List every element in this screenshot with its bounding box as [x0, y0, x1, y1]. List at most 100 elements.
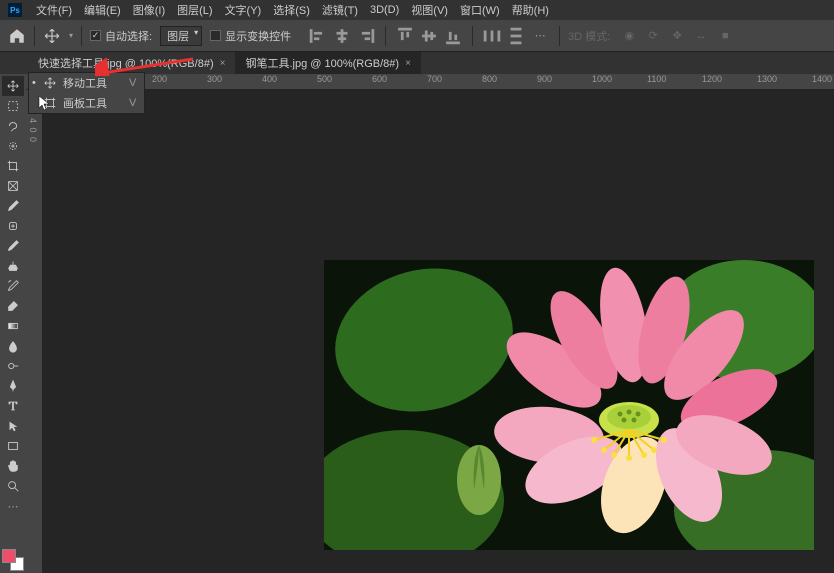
align-left-icon[interactable]	[307, 25, 329, 47]
ruler-tick: 800	[482, 74, 497, 84]
separator	[472, 26, 473, 46]
edit-toolbar[interactable]: ⋯	[2, 496, 24, 516]
pen-tool[interactable]	[2, 376, 24, 396]
tab-label: 钢笔工具.jpg @ 100%(RGB/8#)	[245, 55, 399, 71]
annotation-arrow	[95, 56, 195, 76]
menubar: Ps 文件(F) 编辑(E) 图像(I) 图层(L) 文字(Y) 选择(S) 滤…	[0, 0, 834, 20]
align-center-h-icon[interactable]	[331, 25, 353, 47]
ruler-label: 4 0 0	[28, 118, 38, 143]
zoom-tool[interactable]	[2, 476, 24, 496]
clone-stamp-tool[interactable]	[2, 256, 24, 276]
flyout-item-shortcut: V	[129, 77, 136, 89]
app-logo: Ps	[8, 3, 22, 17]
ruler-tick: 600	[372, 74, 387, 84]
more-options-icon[interactable]: ⋯	[529, 25, 551, 47]
frame-tool[interactable]	[2, 176, 24, 196]
menu-view[interactable]: 视图(V)	[405, 0, 454, 20]
foreground-color[interactable]	[2, 549, 16, 563]
distribute-h-icon[interactable]	[481, 25, 503, 47]
document-tab[interactable]: 钢笔工具.jpg @ 100%(RGB/8#) ×	[235, 52, 420, 74]
ruler-tick: 1300	[757, 74, 777, 84]
show-transform-label: 显示变换控件	[225, 28, 291, 44]
canvas-area: 0 100 200 300 400 500 600 700 800 900 10…	[26, 74, 834, 573]
show-transform-checkbox[interactable]	[210, 30, 221, 41]
blur-tool[interactable]	[2, 336, 24, 356]
mode-3d-slide-icon: ↔	[690, 25, 712, 47]
ruler-tick: 900	[537, 74, 552, 84]
ruler-horizontal[interactable]: 0 100 200 300 400 500 600 700 800 900 10…	[26, 74, 834, 90]
flyout-item-label: 画板工具	[63, 95, 107, 111]
move-tool-icon[interactable]	[43, 27, 61, 45]
auto-select-checkbox[interactable]	[90, 30, 101, 41]
path-select-tool[interactable]	[2, 416, 24, 436]
hand-tool[interactable]	[2, 456, 24, 476]
spot-heal-tool[interactable]	[2, 216, 24, 236]
crop-tool[interactable]	[2, 156, 24, 176]
color-swatches[interactable]	[2, 549, 24, 571]
type-tool[interactable]	[2, 396, 24, 416]
canvas-content[interactable]	[42, 90, 834, 573]
align-middle-icon[interactable]	[418, 25, 440, 47]
menu-filter[interactable]: 滤镜(T)	[316, 0, 364, 20]
dodge-tool[interactable]	[2, 356, 24, 376]
mode-3d-label: 3D 模式:	[568, 28, 610, 44]
toolbox: ⋯	[0, 74, 26, 573]
auto-select-label: 自动选择:	[105, 28, 152, 44]
history-brush-tool[interactable]	[2, 276, 24, 296]
menu-type[interactable]: 文字(Y)	[219, 0, 268, 20]
eyedropper-tool[interactable]	[2, 196, 24, 216]
ruler-tick: 1000	[592, 74, 612, 84]
separator	[385, 26, 386, 46]
menu-select[interactable]: 选择(S)	[267, 0, 316, 20]
close-icon[interactable]: ×	[220, 58, 226, 69]
ruler-tick: 500	[317, 74, 332, 84]
align-top-icon[interactable]	[394, 25, 416, 47]
main-area: ⋯ 0 100 200 300 400 500 600 700 800 900 …	[0, 74, 834, 573]
ruler-tick: 300	[207, 74, 222, 84]
marquee-tool[interactable]	[2, 96, 24, 116]
quick-select-tool[interactable]	[2, 136, 24, 156]
separator	[81, 26, 82, 46]
lasso-tool[interactable]	[2, 116, 24, 136]
flyout-item-move[interactable]: 移动工具 V	[29, 73, 144, 93]
rectangle-tool[interactable]	[2, 436, 24, 456]
ruler-tick: 1200	[702, 74, 722, 84]
ruler-tick: 1100	[647, 74, 666, 84]
move-icon	[43, 76, 57, 90]
move-tool[interactable]	[2, 76, 24, 96]
menu-image[interactable]: 图像(I)	[127, 0, 171, 20]
menu-window[interactable]: 窗口(W)	[454, 0, 506, 20]
menu-file[interactable]: 文件(F)	[30, 0, 78, 20]
mode-3d-zoom-icon: ■	[714, 25, 736, 47]
home-icon[interactable]	[8, 27, 26, 45]
menu-edit[interactable]: 编辑(E)	[78, 0, 127, 20]
ruler-tick: 1400	[812, 74, 832, 84]
dropdown-icon[interactable]: ▾	[69, 31, 73, 40]
auto-select-option[interactable]: 自动选择:	[90, 28, 152, 44]
show-transform-option[interactable]: 显示变换控件	[210, 28, 291, 44]
ruler-vertical[interactable]: U 4 0 0	[26, 90, 42, 573]
distribute-v-icon[interactable]	[505, 25, 527, 47]
flyout-item-shortcut: V	[129, 97, 136, 109]
gradient-tool[interactable]	[2, 316, 24, 336]
document-image	[324, 260, 814, 550]
separator	[34, 26, 35, 46]
eraser-tool[interactable]	[2, 296, 24, 316]
cursor-icon	[38, 95, 50, 111]
auto-select-dropdown[interactable]: 图层	[160, 26, 202, 46]
brush-tool[interactable]	[2, 236, 24, 256]
menu-3d[interactable]: 3D(D)	[364, 2, 405, 18]
mode-3d-pan-icon: ✥	[666, 25, 688, 47]
menu-layer[interactable]: 图层(L)	[171, 0, 218, 20]
flyout-item-label: 移动工具	[63, 75, 107, 91]
ruler-tick: 700	[427, 74, 442, 84]
menu-help[interactable]: 帮助(H)	[506, 0, 555, 20]
separator	[559, 26, 560, 46]
align-right-icon[interactable]	[355, 25, 377, 47]
ruler-tick: 400	[262, 74, 277, 84]
options-bar: ▾ 自动选择: 图层 显示变换控件 ⋯ 3D 模式: ◉ ⟳ ✥ ↔ ■	[0, 20, 834, 52]
mode-3d-orbit-icon: ◉	[618, 25, 640, 47]
align-bottom-icon[interactable]	[442, 25, 464, 47]
mode-3d-roll-icon: ⟳	[642, 25, 664, 47]
close-icon[interactable]: ×	[405, 58, 411, 69]
